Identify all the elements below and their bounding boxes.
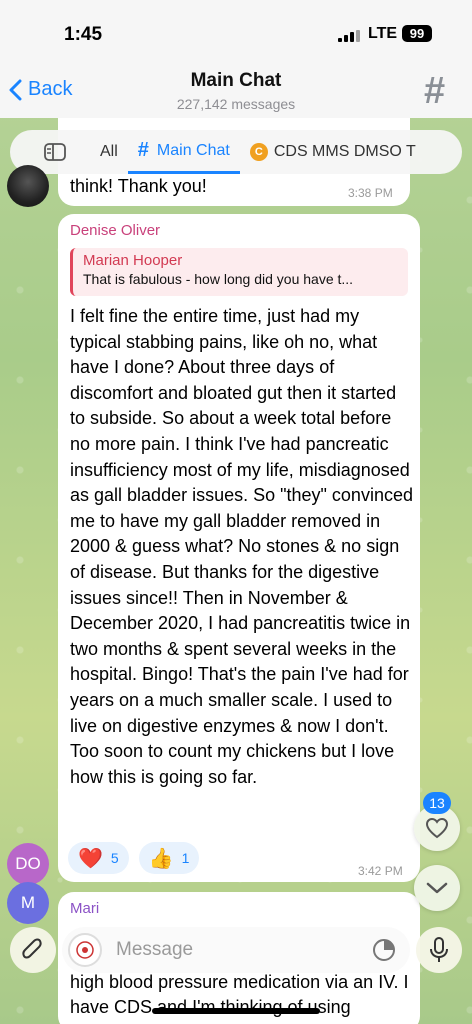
reaction-count: 5 [110,850,119,866]
reaction-heart[interactable]: ❤️ 5 [68,842,129,874]
mentions-badge: 13 [423,792,451,814]
home-indicator[interactable] [152,1008,320,1014]
message-text: I felt fine the entire time, just had my… [70,306,413,787]
tab-label: Main Chat [156,141,230,159]
message-bubble-main[interactable]: Denise Oliver Marian Hooper That is fabu… [58,214,420,882]
sender-name[interactable]: Denise Oliver [70,222,160,239]
sidebar-icon [44,143,66,161]
reactions: ❤️ 5 👍 1 [68,842,200,874]
heart-emoji-icon: ❤️ [78,847,103,870]
chevron-down-icon [426,882,448,894]
attach-button[interactable] [10,927,56,973]
tab-label: CDS MMS DMSO T [273,143,416,160]
signal-icon [338,30,360,42]
sender-name[interactable]: Mari [70,900,99,917]
paperclip-icon [22,938,42,959]
channel-hash-icon[interactable]: # [424,72,445,110]
message-input[interactable]: Message [62,927,410,973]
tab-all[interactable]: All [90,130,128,174]
network-label: LTE [368,25,398,42]
scroll-down-button[interactable] [414,865,460,911]
reaction-count: 1 [181,850,190,866]
microphone-icon [430,937,448,962]
top-bar: 1:45 LTE 99 Back Main Chat 227,142 messa… [0,0,472,118]
reply-quote[interactable]: Marian Hooper That is fabulous - how lon… [70,248,408,296]
sticker-icon[interactable] [68,933,102,967]
hash-icon: # [137,139,149,161]
sticker-emoji-icon[interactable] [372,938,396,962]
battery-icon: 99 [402,25,432,42]
message-time: 3:38 PM [348,186,393,200]
reply-sender-name: Marian Hooper [83,252,183,269]
tab-main-chat[interactable]: # Main Chat [127,130,240,174]
heart-outline-icon [425,817,449,839]
avatar-do[interactable]: DO [7,843,49,885]
avatar-m[interactable]: M [7,882,49,924]
message-placeholder: Message [116,939,194,960]
reaction-thumbs-up[interactable]: 👍 1 [138,842,200,874]
message-time: 3:42 PM [358,864,403,878]
message-text: think! Thank you! [70,176,207,196]
chat-title[interactable]: Main Chat [0,70,472,92]
avatar[interactable] [7,165,49,207]
reply-text: That is fabulous - how long did you have… [83,271,354,287]
thumbs-up-emoji-icon: 👍 [148,847,174,870]
coin-icon: C [249,143,268,161]
status-time: 1:45 [64,24,103,45]
tab-cds-mms-dmso[interactable]: C CDS MMS DMSO T [240,130,426,174]
message-count: 227,142 messages [176,96,296,112]
voice-record-button[interactable] [416,927,462,973]
folder-tabs: All # Main Chat C CDS MMS DMSO T [10,130,462,174]
